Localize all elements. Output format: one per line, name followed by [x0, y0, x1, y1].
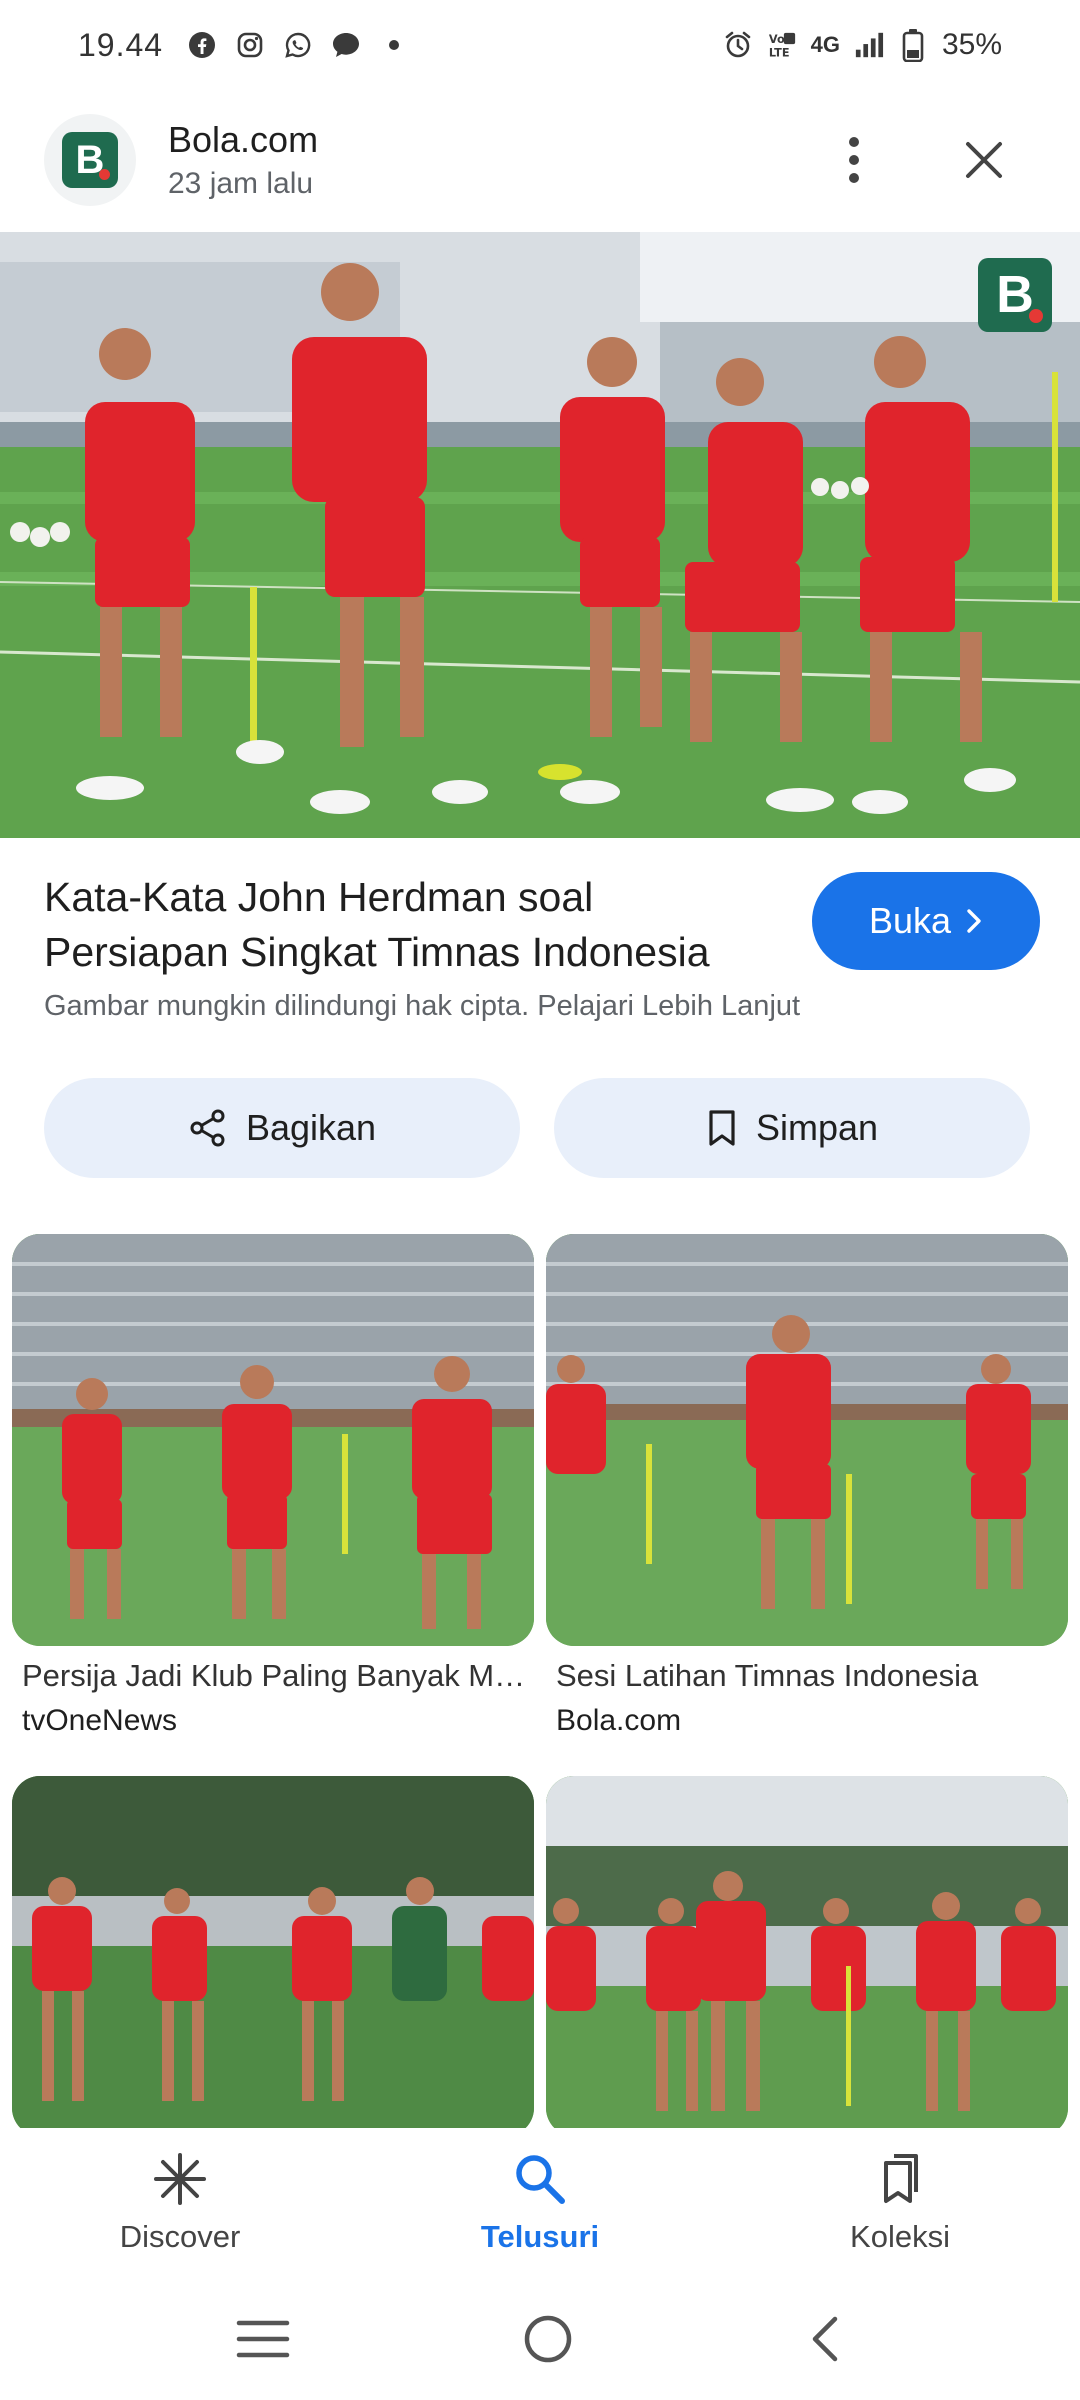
related-title[interactable]: Sesi Latihan Timnas Indonesia: [546, 1658, 1066, 1694]
home-icon[interactable]: [522, 2313, 574, 2365]
battery-icon: [898, 29, 928, 62]
close-button[interactable]: [954, 130, 1014, 190]
related-title[interactable]: Persija Jadi Klub Paling Banyak Menyumba…: [12, 1658, 532, 1694]
article-title-row: Kata-Kata John Herdman soal Persiapan Si…: [44, 870, 1040, 980]
related-source: tvOneNews: [22, 1704, 178, 1737]
related-card[interactable]: Persija Jadi Klub Paling Banyak Menyumba…: [12, 1234, 534, 1738]
dot-icon: [379, 30, 409, 60]
share-label: Bagikan: [245, 1107, 377, 1148]
system-navigation-bar: [0, 2278, 1080, 2400]
status-right: Vo LTE 4G 35%: [723, 28, 1002, 62]
action-buttons: Bagikan Simpan: [44, 1078, 1030, 1178]
site-logo[interactable]: B: [44, 114, 136, 206]
site-name[interactable]: Bola.com: [168, 119, 318, 161]
nav-collections[interactable]: Koleksi: [720, 2128, 1080, 2278]
back-icon[interactable]: [805, 2313, 845, 2365]
hero-badge-dot: [1029, 309, 1043, 323]
whatsapp-icon: [283, 30, 313, 60]
share-button[interactable]: Bagikan: [44, 1078, 520, 1178]
status-bar: 19.44 Vo LTE 4G 35%: [0, 0, 1080, 90]
article-title[interactable]: Kata-Kata John Herdman soal Persiapan Si…: [44, 870, 764, 980]
related-photo: [12, 1234, 534, 1646]
nav-collections-label: Koleksi: [850, 2219, 950, 2254]
chevron-right-icon: [967, 909, 981, 933]
nav-search[interactable]: Telusuri: [360, 2128, 720, 2278]
more-vert-icon: [849, 137, 859, 183]
share-icon: [190, 1109, 225, 1147]
logo-dot: [99, 169, 110, 180]
viewer-header: B Bola.com 23 jam lalu: [0, 90, 1080, 230]
related-thumbnail[interactable]: [12, 1776, 534, 2136]
svg-text:Vo: Vo: [768, 33, 784, 46]
related-photo: [12, 1776, 534, 2136]
collections-icon: [884, 2154, 918, 2203]
instagram-icon: [235, 30, 265, 60]
facebook-icon: [187, 30, 217, 60]
save-button[interactable]: Simpan: [554, 1078, 1030, 1178]
message-icon: [331, 30, 361, 60]
nav-discover-label: Discover: [119, 2219, 241, 2254]
header-actions: [824, 130, 1014, 190]
status-time: 19.44: [78, 26, 164, 63]
related-card[interactable]: [12, 1776, 534, 2158]
related-card[interactable]: [546, 1776, 1068, 2158]
related-photo: [546, 1234, 1068, 1646]
related-thumbnail[interactable]: [546, 1776, 1068, 2136]
open-button-label: Buka: [868, 900, 952, 941]
related-photo: [546, 1776, 1068, 2136]
save-label: Simpan: [755, 1107, 879, 1148]
volte-icon: Vo LTE: [767, 30, 797, 60]
open-button[interactable]: Buka: [812, 872, 1040, 970]
site-logo-mark: B: [62, 132, 118, 188]
post-time: 23 jam lalu: [168, 167, 314, 200]
battery-level: 35%: [941, 28, 1002, 61]
hero-source-badge: B: [978, 258, 1052, 332]
related-card[interactable]: Sesi Latihan Timnas Indonesia Bola.com: [546, 1234, 1068, 1738]
recent-apps-icon[interactable]: [235, 2317, 291, 2361]
close-icon: [966, 142, 1002, 178]
hero-image[interactable]: B: [0, 232, 1080, 838]
source-info: Bola.com 23 jam lalu: [168, 119, 318, 201]
related-thumbnail[interactable]: [546, 1234, 1068, 1646]
hero-photo: [0, 232, 1080, 838]
copyright-notice[interactable]: Gambar mungkin dilindungi hak cipta. Pel…: [44, 990, 800, 1023]
related-source: Bola.com: [556, 1704, 682, 1737]
nav-discover[interactable]: Discover: [0, 2128, 360, 2278]
signal-icon: [854, 30, 884, 60]
bottom-navigation: Discover Telusuri Koleksi: [0, 2128, 1080, 2278]
asterisk-icon: [154, 2153, 206, 2205]
bookmark-icon: [709, 1110, 735, 1146]
notification-icons: [187, 30, 409, 60]
network-type: 4G: [810, 32, 840, 57]
search-icon: [516, 2155, 565, 2204]
related-thumbnail[interactable]: [12, 1234, 534, 1646]
more-options-button[interactable]: [824, 130, 884, 190]
alarm-icon: [723, 30, 753, 60]
svg-text:LTE: LTE: [768, 46, 789, 59]
nav-search-label: Telusuri: [480, 2219, 600, 2254]
